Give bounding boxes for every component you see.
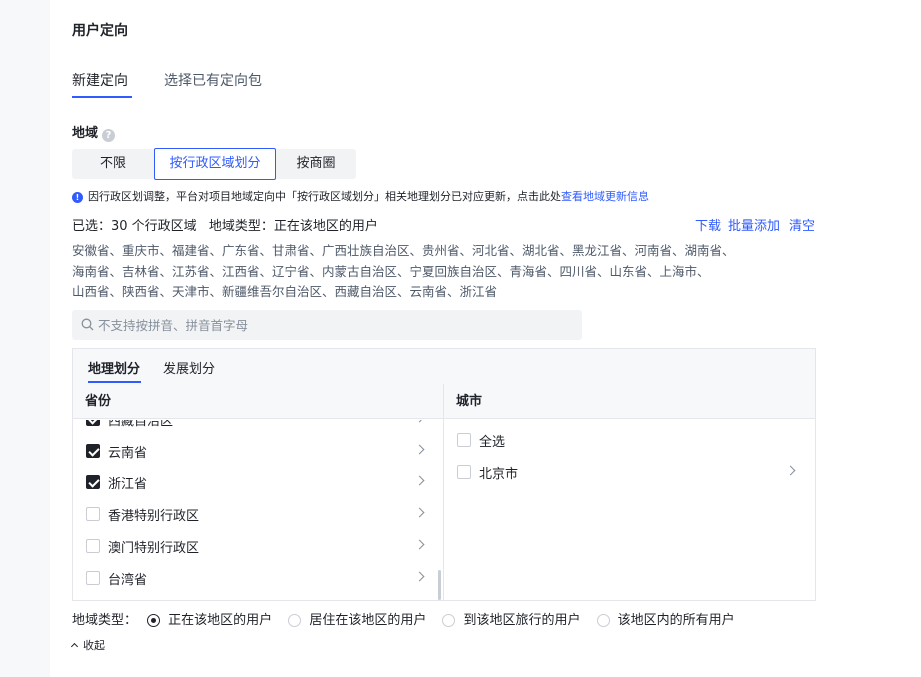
collapse-button[interactable]: 收起 — [70, 637, 105, 653]
view-region-update-link[interactable]: 查看地域更新信息 — [561, 190, 649, 203]
city-row-select-all[interactable]: 全选 — [444, 425, 804, 457]
province-scrollbar[interactable] — [438, 570, 441, 600]
province-row[interactable]: 澳门特别行政区 — [73, 531, 433, 563]
region-mode-segmented: 不限 按行政区域划分 按商圈 — [72, 148, 356, 180]
radio-button[interactable] — [288, 614, 302, 627]
selected-regions-line: 山西省、陕西省、天津市、新疆维吾尔自治区、西藏自治区、云南省、浙江省 — [72, 284, 498, 299]
user-targeting-panel: 用户定向 新建定向 选择已有定向包 地域? 不限 按行政区域划分 按商圈 ! 因行… — [50, 0, 921, 677]
city-label: 全选 — [479, 435, 506, 450]
chevron-right-icon[interactable] — [785, 465, 796, 476]
city-label: 北京市 — [479, 467, 519, 482]
chevron-right-icon[interactable] — [414, 539, 425, 550]
selection-summary: 已选：30 个行政区域 地域类型：正在该地区的用户 — [72, 215, 378, 234]
region-mode-administrative[interactable]: 按行政区域划分 — [154, 148, 276, 180]
province-label: 云南省 — [108, 446, 148, 461]
tab-existing-package[interactable]: 选择已有定向包 — [164, 70, 262, 90]
radio-label: 居住在该地区的用户 — [309, 613, 427, 628]
tab-new-targeting[interactable]: 新建定向 — [72, 70, 128, 90]
radio-all-in-region[interactable]: 该地区内的所有用户 — [596, 609, 735, 628]
radio-button[interactable] — [147, 614, 161, 627]
region-type-label: 地域类型： — [72, 613, 138, 628]
province-row[interactable]: 台湾省 — [73, 563, 433, 595]
province-checkbox[interactable] — [86, 420, 100, 426]
region-label-row: 地域? — [72, 122, 116, 142]
region-type-summary: 地域类型：正在该地区的用户 — [208, 219, 378, 234]
region-mode-unlimited[interactable]: 不限 — [72, 149, 154, 179]
section-title: 用户定向 — [72, 23, 128, 39]
radio-living-in-region[interactable]: 居住在该地区的用户 — [288, 609, 426, 628]
province-checkbox[interactable] — [86, 539, 100, 553]
province-row[interactable]: 香港特别行政区 — [73, 499, 433, 531]
selected-regions-line: 海南省、吉林省、江苏省、江西省、辽宁省、内蒙古自治区、宁夏回族自治区、青海省、四… — [72, 263, 710, 279]
province-list[interactable]: 西藏自治区 云南省 浙江省 香港特别行政区 澳门特别行政区 台湾省 — [73, 420, 443, 600]
region-label: 地域 — [72, 126, 99, 141]
province-row[interactable]: 浙江省 — [73, 467, 433, 499]
province-label: 澳门特别行政区 — [108, 541, 200, 556]
selected-regions-list: 安徽省、重庆市、福建省、广东省、甘肃省、广西壮族自治区、贵州省、河北省、湖北省、… — [72, 241, 822, 303]
info-circle-icon: ! — [72, 192, 83, 203]
search-input[interactable] — [98, 310, 568, 340]
region-mode-business-circle[interactable]: 按商圈 — [276, 149, 356, 179]
collapse-label: 收起 — [83, 639, 105, 652]
province-row[interactable]: 西藏自治区 — [73, 420, 433, 436]
radio-button[interactable] — [442, 614, 456, 627]
radio-label: 该地区内的所有用户 — [617, 613, 735, 628]
province-column-header: 省份 — [73, 384, 443, 419]
tree-tab-indicator — [88, 381, 141, 383]
chevron-right-icon[interactable] — [414, 475, 425, 486]
province-label: 西藏自治区 — [108, 420, 174, 429]
city-column-header: 城市 — [444, 384, 815, 419]
province-label: 香港特别行政区 — [108, 509, 200, 524]
province-row[interactable]: 云南省 — [73, 436, 433, 468]
chevron-right-icon[interactable] — [414, 507, 425, 518]
city-row[interactable]: 北京市 — [444, 457, 804, 489]
radio-currently-in-region[interactable]: 正在该地区的用户 — [147, 609, 272, 628]
province-checkbox[interactable] — [86, 444, 100, 458]
download-link[interactable]: 下载 — [695, 215, 721, 234]
province-checkbox[interactable] — [86, 571, 100, 585]
question-circle-icon[interactable]: ? — [102, 129, 116, 142]
province-label: 台湾省 — [108, 573, 148, 588]
province-label: 浙江省 — [108, 477, 148, 492]
search-icon — [81, 318, 94, 331]
region-tree-panel: 地理划分 发展划分 省份 城市 西藏自治区 云南省 浙江省 香港特别行政区 澳门… — [72, 348, 816, 601]
city-checkbox[interactable] — [457, 433, 471, 447]
region-update-notice: ! 因行政区划调整，平台对项目地域定向中「按行政区域划分」相关地理划分已对应更新，… — [72, 188, 649, 204]
radio-label: 到该地区旅行的用户 — [463, 613, 581, 628]
selected-regions-line: 安徽省、重庆市、福建省、广东省、甘肃省、广西壮族自治区、贵州省、河北省、湖北省、… — [72, 243, 735, 258]
chevron-right-icon[interactable] — [414, 420, 425, 423]
tab-active-indicator — [72, 96, 132, 98]
tree-tabs: 地理划分 发展划分 — [73, 349, 815, 385]
city-list[interactable]: 全选 北京市 — [444, 420, 814, 600]
radio-label: 正在该地区的用户 — [168, 613, 273, 628]
chevron-right-icon[interactable] — [414, 571, 425, 582]
selected-count: 已选：30 个行政区域 — [72, 219, 197, 234]
chevron-right-icon[interactable] — [414, 444, 425, 455]
notice-text: 因行政区划调整，平台对项目地域定向中「按行政区域划分」相关地理划分已对应更新，点… — [88, 190, 561, 203]
chevron-up-icon — [70, 642, 79, 651]
province-checkbox[interactable] — [86, 475, 100, 489]
region-type-radio-group: 地域类型： 正在该地区的用户 居住在该地区的用户 到该地区旅行的用户 该地区内的… — [72, 609, 747, 628]
batch-add-link[interactable]: 批量添加 — [728, 215, 780, 234]
tab-geographic[interactable]: 地理划分 — [88, 358, 140, 377]
radio-button[interactable] — [596, 614, 610, 627]
city-checkbox[interactable] — [457, 465, 471, 479]
clear-link[interactable]: 清空 — [789, 215, 815, 234]
tab-development[interactable]: 发展划分 — [163, 358, 215, 377]
region-search — [72, 310, 582, 340]
province-checkbox[interactable] — [86, 507, 100, 521]
radio-traveling-to-region[interactable]: 到该地区旅行的用户 — [442, 609, 580, 628]
